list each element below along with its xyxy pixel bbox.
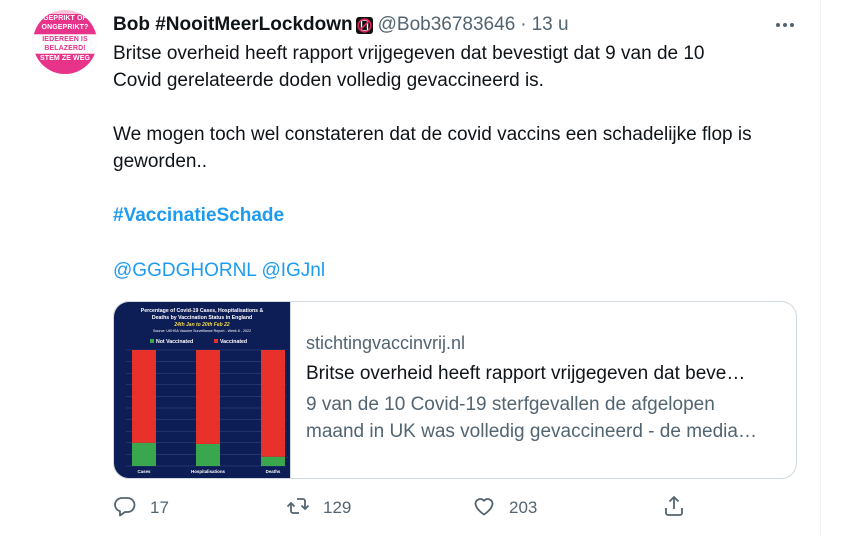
card-description: 9 van de 10 Covid-19 sterfgevallen de af… (306, 391, 786, 445)
card-body: stichtingvaccinvrij.nl Britse overheid h… (306, 330, 786, 445)
reply-count: 17 (150, 498, 169, 517)
share-button[interactable] (662, 492, 686, 524)
avatar-line-1: GEPRIKT OF ONGEPRIKT? (33, 14, 97, 34)
chart-bar-not-vaccinated (196, 443, 220, 466)
card-domain: stichtingvaccinvrij.nl (306, 333, 466, 353)
chart-bar-not-vaccinated (261, 456, 285, 466)
tweet-text-line: geworden.. (113, 151, 208, 172)
tweet-actions: 17 129 203 (113, 492, 713, 524)
retweet-count: 129 (323, 498, 352, 517)
chart-x-label: Deaths (266, 469, 281, 474)
hashtag-link[interactable]: #VaccinatieSchade (113, 202, 284, 229)
chart-title-line-1: Percentage of Covid-19 Cases, Hospitalis… (141, 308, 264, 314)
chart-title-line-2: Deaths by Vaccination Status in England (152, 315, 252, 321)
retweet-button[interactable]: 129 (286, 492, 351, 524)
tweet[interactable]: GEPRIKT OF ONGEPRIKT? IEDEREEN IS BELAZE… (0, 0, 860, 536)
avatar[interactable]: GEPRIKT OF ONGEPRIKT? IEDEREEN IS BELAZE… (33, 10, 97, 74)
mention-link[interactable]: @GGDGHORNL (113, 260, 256, 281)
chart-x-label: Hospitalisations (191, 469, 225, 474)
legend-swatch-not-vaccinated (150, 339, 154, 343)
legend-label-not-vaccinated: Not Vaccinated (156, 339, 193, 345)
card-title: Britse overheid heeft rapport vrijgegeve… (306, 363, 746, 384)
no-phone-emoji-icon (355, 16, 374, 35)
chart-date: 24th Jan to 20th Feb 22 (173, 322, 230, 328)
tweet-text-line: Covid gerelateerde doden volledig gevacc… (113, 70, 544, 91)
display-name[interactable]: Bob #NooitMeerLockdown (113, 14, 353, 36)
chart-bar-vaccinated (196, 350, 220, 444)
card-description-line: maand in UK was volledig gevaccineerd - … (306, 421, 757, 442)
chart-bar-vaccinated (261, 350, 285, 457)
legend-swatch-vaccinated (214, 339, 218, 343)
reply-button[interactable]: 17 (113, 492, 169, 524)
chart-bar-vaccinated (132, 350, 156, 443)
share-icon (662, 494, 686, 523)
tweet-timestamp[interactable]: 13 u (532, 14, 569, 36)
link-preview-card[interactable]: Percentage of Covid-19 Cases, Hospitalis… (113, 301, 797, 479)
card-description-line: 9 van de 10 Covid-19 sterfgevallen de af… (306, 394, 715, 415)
more-options-icon[interactable] (772, 14, 798, 36)
user-handle[interactable]: @Bob36783646 (378, 14, 516, 36)
like-count: 203 (509, 498, 538, 517)
avatar-line-2: IEDEREEN IS BELAZERD! (33, 35, 97, 53)
separator-dot: · (520, 14, 527, 35)
legend-label-vaccinated: Vaccinated (220, 339, 247, 345)
chart-x-label: Cases (138, 469, 151, 474)
tweet-text-line: We mogen toch wel constateren dat de cov… (113, 124, 752, 145)
chart-svg: Percentage of Covid-19 Cases, Hospitalis… (126, 308, 286, 474)
like-button[interactable]: 203 (472, 492, 537, 524)
chart-source: Source: UKHSA Vaccine Surveillance Repor… (153, 329, 251, 333)
card-image: Percentage of Covid-19 Cases, Hospitalis… (114, 302, 291, 478)
avatar-line-3: STEM ZE WEG (33, 54, 97, 74)
mention-link[interactable]: @IGJnl (261, 260, 325, 281)
reply-icon (113, 494, 137, 523)
tweet-header: Bob #NooitMeerLockdown @Bob36783646 · 13… (113, 12, 569, 38)
heart-icon (472, 494, 496, 523)
timeline-border (820, 0, 821, 536)
retweet-icon (286, 494, 310, 523)
tweet-text-line: Britse overheid heeft rapport vrijgegeve… (113, 43, 705, 64)
chart-bar-not-vaccinated (132, 442, 156, 466)
